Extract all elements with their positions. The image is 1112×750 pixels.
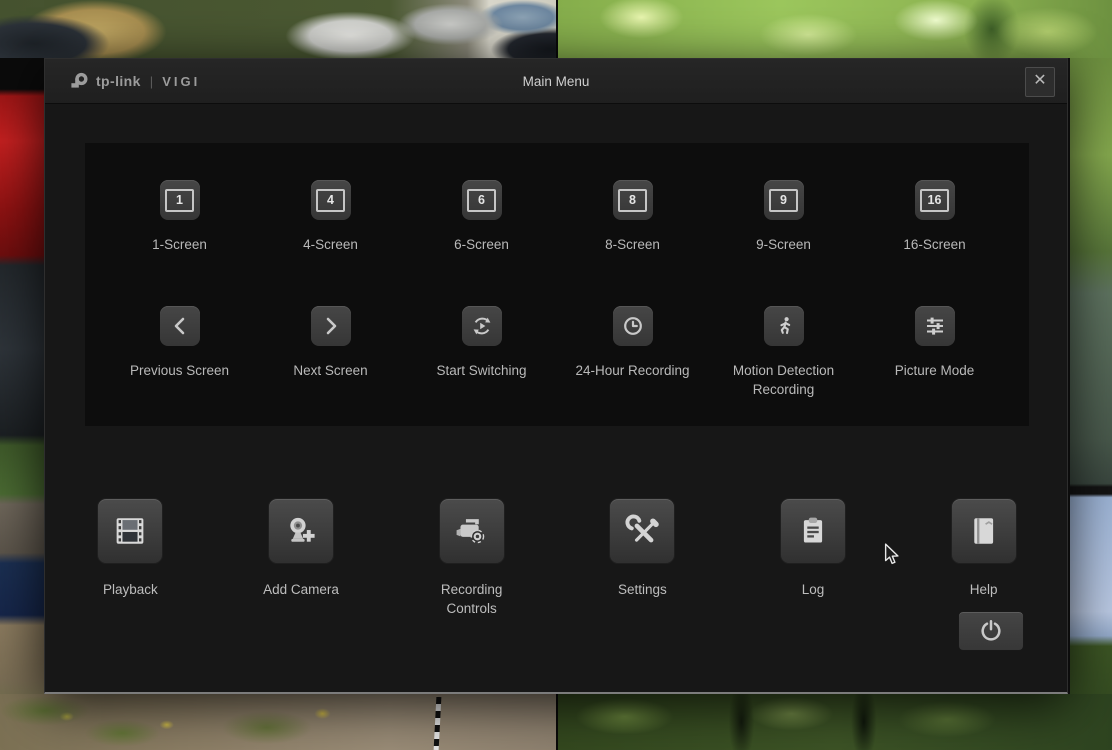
screen-mode-row: 1 1-Screen 4 4-Screen 6 6-Screen 8 8-Scr…	[85, 180, 1029, 254]
camera-feed-top-right	[556, 0, 1112, 58]
chevron-right-icon[interactable]	[310, 306, 351, 346]
log[interactable]: Log	[728, 498, 899, 618]
screen-8-icon[interactable]: 8	[612, 180, 653, 220]
settings[interactable]: Settings	[557, 498, 728, 618]
screen-mode-label: 16-Screen	[903, 237, 966, 252]
picture-mode[interactable]: Picture Mode	[859, 306, 1010, 399]
camera-feed-bottom-left	[0, 694, 556, 750]
playback[interactable]: Playback	[45, 498, 216, 618]
running-person-icon[interactable]	[763, 306, 804, 346]
action-label: Playback	[102, 582, 158, 597]
action-label: Help	[969, 582, 998, 597]
nvr-screen: tp-link | VIGI Main Menu ✕ 1 1-Screen 4 …	[0, 0, 1112, 750]
action-label: Add Camera	[263, 582, 339, 597]
sliders-icon[interactable]	[914, 306, 955, 346]
screen-count: 16	[927, 193, 942, 207]
camera-feed-top-left	[0, 0, 556, 58]
main-actions-row: Playback Add Camera Recording Controls S…	[45, 498, 1069, 618]
motion-detection-recording[interactable]: Motion Detection Recording	[708, 306, 859, 399]
close-icon: ✕	[1033, 72, 1047, 89]
screen-mode-16[interactable]: 16 16-Screen	[859, 180, 1010, 254]
clipboard-icon[interactable]	[779, 498, 846, 564]
camera-feed-right-edge	[1068, 58, 1112, 750]
control-label: Motion Detection Recording	[732, 363, 835, 397]
camera-plus-icon[interactable]	[267, 498, 334, 564]
add-camera[interactable]: Add Camera	[216, 498, 387, 618]
main-menu-dialog: tp-link | VIGI Main Menu ✕ 1 1-Screen 4 …	[44, 58, 1068, 694]
next-screen[interactable]: Next Screen	[255, 306, 406, 399]
twentyfour-hour-recording[interactable]: 24-Hour Recording	[557, 306, 708, 399]
dialog-header: tp-link | VIGI Main Menu ✕	[45, 59, 1067, 104]
screen-mode-4[interactable]: 4 4-Screen	[255, 180, 406, 254]
tools-icon[interactable]	[609, 498, 676, 564]
screen-mode-label: 8-Screen	[605, 237, 660, 252]
screen-count: 6	[478, 193, 485, 207]
screen-count: 8	[629, 193, 636, 207]
action-label: Log	[801, 582, 825, 597]
power-icon	[981, 620, 1001, 641]
view-panel: 1 1-Screen 4 4-Screen 6 6-Screen 8 8-Scr…	[85, 143, 1029, 426]
control-label: Picture Mode	[894, 363, 975, 378]
action-label: Settings	[617, 582, 667, 597]
screen-mode-9[interactable]: 9 9-Screen	[708, 180, 859, 254]
clock-icon[interactable]	[612, 306, 653, 346]
screen-4-icon[interactable]: 4	[310, 180, 351, 220]
screen-mode-label: 6-Screen	[454, 237, 509, 252]
screen-mode-label: 4-Screen	[303, 237, 358, 252]
screen-mode-1[interactable]: 1 1-Screen	[104, 180, 255, 254]
control-label: Next Screen	[293, 363, 368, 378]
screen-count: 4	[327, 193, 334, 207]
screen-9-icon[interactable]: 9	[763, 180, 804, 220]
previous-screen[interactable]: Previous Screen	[104, 306, 255, 399]
control-label: Previous Screen	[129, 363, 230, 378]
screen-6-icon[interactable]: 6	[461, 180, 502, 220]
screen-mode-8[interactable]: 8 8-Screen	[557, 180, 708, 254]
screen-count: 9	[780, 193, 787, 207]
action-label: Recording Controls	[440, 582, 503, 616]
screen-mode-6[interactable]: 6 6-Screen	[406, 180, 557, 254]
control-label: Start Switching	[436, 363, 527, 378]
close-button[interactable]: ✕	[1025, 67, 1055, 97]
recording-controls[interactable]: Recording Controls	[386, 498, 557, 618]
screen-count: 1	[176, 193, 183, 207]
screen-mode-label: 1-Screen	[152, 237, 207, 252]
chevron-left-icon[interactable]	[159, 306, 200, 346]
power-button[interactable]	[958, 611, 1024, 651]
switch-play-icon[interactable]	[461, 306, 502, 346]
book-icon[interactable]	[950, 498, 1017, 564]
film-icon[interactable]	[97, 498, 164, 564]
screen-mode-label: 9-Screen	[756, 237, 811, 252]
screen-1-icon[interactable]: 1	[159, 180, 200, 220]
help[interactable]: Help	[898, 498, 1069, 618]
camera-feed-bottom-right	[556, 694, 1112, 750]
camera-feed-left-edge	[0, 58, 46, 750]
dialog-title: Main Menu	[522, 73, 590, 89]
view-control-row: Previous Screen Next Screen Start Switch…	[85, 306, 1029, 399]
screen-16-icon[interactable]: 16	[914, 180, 955, 220]
camcorder-gear-icon[interactable]	[438, 498, 505, 564]
control-label: 24-Hour Recording	[575, 363, 690, 378]
start-switching[interactable]: Start Switching	[406, 306, 557, 399]
